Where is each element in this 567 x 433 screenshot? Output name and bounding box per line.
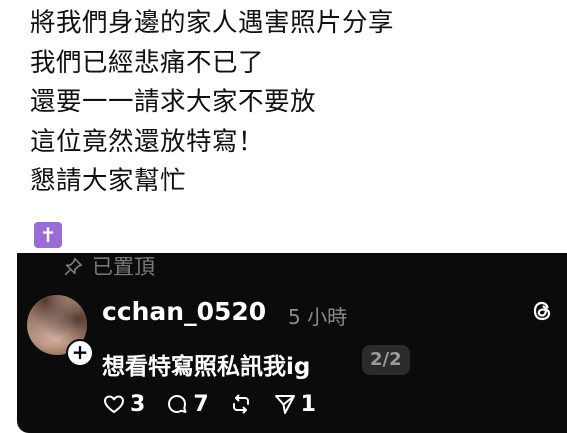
reply-count: 7: [193, 391, 209, 417]
pinned-label: 已置頂: [92, 255, 155, 279]
heart-icon: [104, 395, 124, 413]
post-line-3: 還要一一請求大家不要放: [30, 87, 317, 117]
send-icon: [274, 395, 295, 414]
thread-page-badge: 2/2: [362, 345, 410, 375]
like-button[interactable]: 3: [102, 392, 145, 417]
reply-button[interactable]: 7: [165, 391, 209, 417]
share-count: 1: [300, 391, 316, 417]
latin-cross-emoji: ✝: [34, 222, 62, 248]
share-button[interactable]: 1: [273, 392, 316, 417]
post-line-2: 我們已經悲痛不已了: [30, 47, 265, 78]
threads-logo-icon[interactable]: [530, 299, 554, 323]
repost-icon: [232, 394, 249, 414]
post-line-1: 將我們身邊的家人遇害照片分享: [30, 8, 395, 38]
follow-plus-icon[interactable]: +: [66, 339, 94, 367]
post-line-4: 這位竟然還放特寫！: [30, 126, 265, 157]
repost-button[interactable]: [229, 392, 253, 416]
like-count: 3: [130, 391, 146, 417]
comment-text: 想看特寫照私訊我ig: [102, 354, 311, 380]
post-body: 將我們身邊的家人遇害照片分享 我們已經悲痛不已了 還要一一請求大家不要放 這位竟…: [30, 4, 550, 202]
comment-actions: 3 7 1: [102, 389, 336, 419]
post-line-5: 懇請大家幫忙: [30, 166, 187, 196]
pin-icon: [64, 257, 83, 276]
comment-username[interactable]: cchan_0520: [102, 297, 266, 326]
comment-timestamp: 5 小時: [288, 305, 348, 329]
comment-bubble-icon: [168, 395, 187, 413]
pinned-comment-card: 已置頂 + cchan_0520 5 小時 想看特寫照私訊我ig 2/2 3 7: [17, 253, 567, 433]
pinned-indicator: 已置頂: [62, 253, 155, 281]
